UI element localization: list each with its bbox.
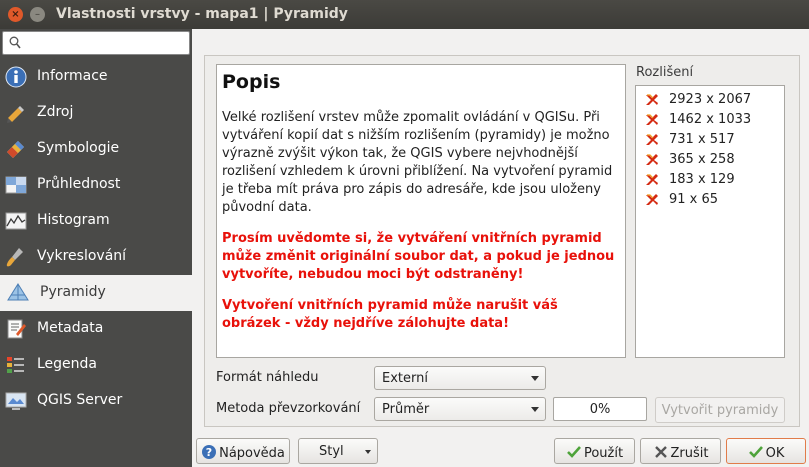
list-item[interactable]: 91 x 65 bbox=[636, 190, 784, 210]
resolutions-list[interactable]: 2923 x 2067 1462 x 1033 731 x 517 365 x … bbox=[635, 85, 785, 358]
description-text: Velké rozlišení vrstev může zpomalit ovl… bbox=[222, 110, 613, 215]
warning-text-1: Prosím uvědomte si, že vytváření vnitřní… bbox=[222, 231, 615, 282]
rendering-icon bbox=[6, 248, 23, 267]
sidebar-item-label: Zdroj bbox=[37, 104, 74, 120]
resolution-value: 365 x 258 bbox=[669, 152, 735, 167]
no-pyramid-icon bbox=[646, 114, 658, 125]
no-pyramid-icon bbox=[646, 174, 658, 185]
transparency-icon bbox=[5, 176, 27, 194]
cancel-button[interactable]: Zrušit bbox=[640, 438, 721, 464]
resolutions-label: Rozlišení bbox=[636, 65, 694, 80]
sidebar-item-label: QGIS Server bbox=[37, 392, 123, 408]
sidebar-item-label: Symbologie bbox=[37, 140, 120, 156]
build-pyramids-button[interactable]: Vytvořit pyramidy bbox=[655, 397, 785, 423]
ok-button[interactable]: OK bbox=[726, 438, 806, 464]
symbology-icon bbox=[7, 141, 24, 158]
sidebar-item-vykreslovani[interactable]: Vykreslování bbox=[0, 239, 192, 275]
search-input[interactable] bbox=[2, 31, 190, 55]
apply-button[interactable]: Použít bbox=[554, 438, 635, 464]
chevron-down-icon bbox=[531, 407, 539, 412]
info-icon bbox=[5, 66, 27, 88]
resolution-value: 731 x 517 bbox=[669, 132, 735, 147]
resampling-value: Průměr bbox=[382, 402, 430, 417]
title-bar: × – Vlastnosti vrstvy - mapa1 | Pyramidy bbox=[0, 0, 809, 29]
no-pyramid-icon bbox=[646, 94, 658, 105]
list-item[interactable]: 365 x 258 bbox=[636, 150, 784, 170]
list-item[interactable]: 183 x 129 bbox=[636, 170, 784, 190]
style-menu-button[interactable]: Styl bbox=[298, 438, 378, 464]
sidebar-item-zdroj[interactable]: Zdroj bbox=[0, 95, 192, 131]
metadata-icon bbox=[7, 319, 26, 339]
sidebar-item-metadata[interactable]: Metadata bbox=[0, 311, 192, 347]
list-item[interactable]: 1462 x 1033 bbox=[636, 110, 784, 130]
sidebar-item-label: Histogram bbox=[37, 212, 110, 228]
resolution-value: 183 x 129 bbox=[669, 172, 735, 187]
style-label: Styl bbox=[319, 444, 344, 459]
search-icon bbox=[9, 36, 21, 49]
list-item[interactable]: 731 x 517 bbox=[636, 130, 784, 150]
resolution-value: 2923 x 2067 bbox=[669, 92, 752, 107]
resampling-label: Metoda převzorkování bbox=[216, 401, 361, 416]
source-icon bbox=[7, 106, 24, 123]
sidebar-item-histogram[interactable]: Histogram bbox=[0, 203, 192, 239]
cross-icon bbox=[654, 446, 667, 458]
no-pyramid-icon bbox=[646, 194, 658, 205]
check-icon bbox=[567, 446, 581, 458]
sidebar-item-legenda[interactable]: Legenda bbox=[0, 347, 192, 383]
legend-icon bbox=[7, 357, 24, 373]
server-icon bbox=[5, 392, 27, 410]
sidebar-item-pruhlednost[interactable]: Průhlednost bbox=[0, 167, 192, 203]
sidebar-item-label: Vykreslování bbox=[37, 248, 127, 264]
chevron-down-icon bbox=[365, 450, 371, 454]
no-pyramid-icon bbox=[646, 134, 658, 145]
window-title: Vlastnosti vrstvy - mapa1 | Pyramidy bbox=[56, 6, 348, 22]
resolution-value: 1462 x 1033 bbox=[669, 112, 752, 127]
description-heading: Popis bbox=[222, 71, 281, 93]
help-button[interactable]: ? Nápověda bbox=[196, 438, 290, 464]
no-pyramid-icon bbox=[646, 154, 658, 165]
preview-format-value: Externí bbox=[382, 371, 428, 386]
check-icon bbox=[748, 446, 763, 458]
apply-label: Použít bbox=[583, 446, 624, 461]
sidebar-item-label: Pyramidy bbox=[40, 284, 106, 300]
close-window-button[interactable]: × bbox=[8, 7, 23, 22]
sidebar-item-label: Informace bbox=[37, 68, 108, 84]
pyramid-icon bbox=[7, 283, 29, 301]
help-label: Nápověda bbox=[219, 446, 285, 461]
cancel-label: Zrušit bbox=[670, 446, 709, 461]
progress-bar: 0% bbox=[553, 397, 647, 421]
sidebar-item-symbologie[interactable]: Symbologie bbox=[0, 131, 192, 167]
histogram-icon bbox=[5, 212, 27, 230]
sidebar-item-label: Metadata bbox=[37, 320, 104, 336]
svg-text:?: ? bbox=[206, 446, 212, 459]
ok-label: OK bbox=[765, 446, 785, 461]
chevron-down-icon bbox=[531, 376, 539, 381]
sidebar-item-label: Legenda bbox=[37, 356, 98, 372]
minimize-window-button[interactable]: – bbox=[30, 7, 45, 22]
sidebar-item-label: Průhlednost bbox=[37, 176, 121, 192]
list-item[interactable]: 2923 x 2067 bbox=[636, 90, 784, 110]
sidebar-item-qgis-server[interactable]: QGIS Server bbox=[0, 383, 192, 419]
help-icon: ? bbox=[202, 445, 217, 459]
resampling-select[interactable]: Průměr bbox=[374, 397, 546, 421]
preview-format-select[interactable]: Externí bbox=[374, 366, 546, 390]
description-box: Popis Velké rozlišení vrstev může zpomal… bbox=[216, 64, 626, 358]
sidebar-item-pyramidy[interactable]: Pyramidy bbox=[0, 275, 192, 311]
preview-format-label: Formát náhledu bbox=[216, 370, 319, 385]
resolution-value: 91 x 65 bbox=[669, 192, 719, 207]
warning-text-2: Vytvoření vnitřních pyramid může narušit… bbox=[222, 298, 558, 331]
sidebar-item-informace[interactable]: Informace bbox=[0, 59, 192, 95]
sidebar: Informace Zdroj Symbologie Průhlednost H… bbox=[0, 29, 192, 467]
